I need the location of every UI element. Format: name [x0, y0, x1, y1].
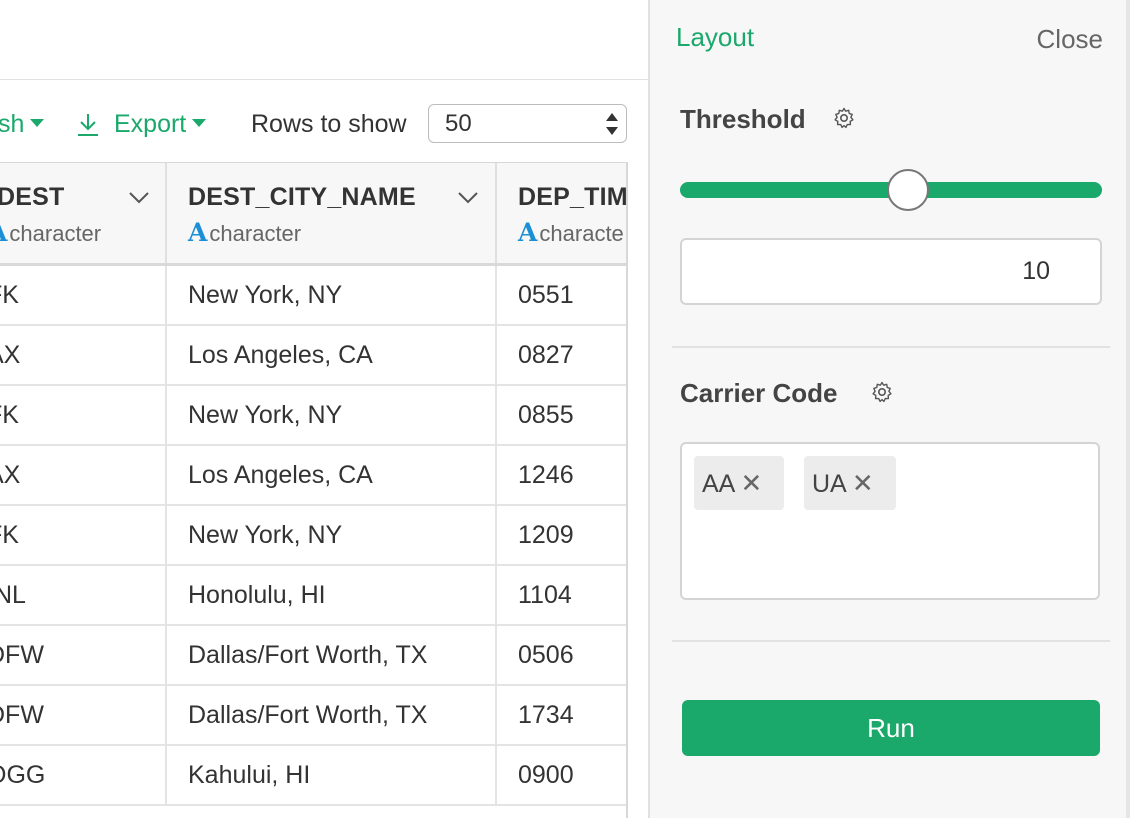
column-type-label: characte — [539, 221, 624, 246]
chevron-down-icon — [192, 119, 207, 128]
table-cell: 1104 — [518, 581, 572, 609]
chevron-down-icon[interactable] — [128, 191, 150, 205]
column-type: Acharacte — [518, 218, 624, 247]
table-cell: New York, NY — [167, 266, 497, 324]
table-cell: DFW — [0, 686, 167, 744]
table-cell: 0900 — [518, 761, 574, 789]
table-cell: Dallas/Fort Worth, TX — [167, 686, 497, 744]
rows-to-show-select[interactable]: 50 — [428, 104, 627, 143]
character-type-icon: A — [0, 218, 7, 247]
layout-panel: Layout Close Threshold 10 Carrier Code A… — [648, 0, 1130, 818]
download-icon — [78, 114, 98, 136]
scrollbar[interactable] — [1126, 0, 1130, 818]
column-header-dep-time[interactable]: DEP_TIM Acharacte — [497, 163, 628, 263]
table-cell: OGG — [0, 746, 167, 804]
table-cell: INL — [0, 566, 167, 624]
table-cell: AX — [0, 326, 167, 384]
table-cell: DFW — [0, 626, 167, 684]
column-header-dest-city-name[interactable]: DEST_CITY_NAME Acharacter — [167, 163, 497, 263]
threshold-input[interactable]: 10 — [680, 238, 1102, 305]
tag-label: AA — [702, 470, 736, 498]
table-row: FKNew York, NY 1209 — [0, 506, 626, 566]
table-header: DEST Acharacter DEST_CITY_NAME Acharacte… — [0, 163, 628, 266]
table-cell: 0855 — [518, 401, 574, 429]
carrier-code-label: Carrier Code — [680, 378, 838, 408]
table-cell: 1734 — [518, 701, 574, 729]
chevron-down-icon[interactable] — [457, 191, 479, 205]
select-arrows-icon — [606, 113, 618, 135]
table-row: DFWDallas/Fort Worth, TX 0506 — [0, 626, 626, 686]
rows-to-show-value: 50 — [445, 110, 472, 137]
table-row: FKNew York, NY 0855 — [0, 386, 626, 446]
table-row: DFWDallas/Fort Worth, TX 1734 — [0, 686, 626, 746]
chevron-down-icon — [30, 119, 45, 128]
close-button[interactable]: Close — [1037, 24, 1103, 55]
table-cell: Dallas/Fort Worth, TX — [167, 626, 497, 684]
data-view: sh Export Rows to show 50 DEST Acharacte… — [0, 0, 650, 818]
table-cell: 0551 — [518, 281, 574, 309]
column-type-label: character — [9, 221, 102, 246]
carrier-code-select[interactable]: AA ✕ UA ✕ — [680, 442, 1100, 600]
table-cell: Los Angeles, CA — [167, 326, 497, 384]
table-cell: Los Angeles, CA — [167, 446, 497, 504]
table-row: FKNew York, NY 0551 — [0, 266, 626, 326]
character-type-icon: A — [518, 218, 538, 247]
publish-menu[interactable]: sh — [0, 104, 45, 144]
column-type-label: character — [209, 221, 302, 246]
table-row: INLHonolulu, HI 1104 — [0, 566, 626, 626]
rows-to-show-label: Rows to show — [251, 110, 407, 138]
close-icon[interactable]: ✕ — [851, 456, 875, 510]
threshold-label: Threshold — [680, 104, 806, 134]
tag-label: UA — [812, 470, 847, 498]
data-table: DEST Acharacter DEST_CITY_NAME Acharacte… — [0, 162, 628, 818]
close-icon[interactable]: ✕ — [739, 456, 763, 510]
table-cell: AX — [0, 446, 167, 504]
carrier-tag-aa: AA ✕ — [694, 456, 784, 510]
section-divider — [672, 640, 1110, 642]
panel-title: Layout — [676, 22, 755, 52]
gear-icon[interactable] — [870, 380, 894, 404]
threshold-slider-handle[interactable] — [886, 169, 929, 211]
carrier-tag-ua: UA ✕ — [804, 456, 896, 510]
publish-label: sh — [0, 110, 25, 138]
table-cell: New York, NY — [167, 386, 497, 444]
table-cell: 1246 — [518, 461, 574, 489]
table-cell: 0827 — [518, 341, 574, 369]
table-cell: Honolulu, HI — [167, 566, 497, 624]
table-cell: FK — [0, 386, 167, 444]
run-button[interactable]: Run — [682, 700, 1100, 756]
column-type: Acharacter — [0, 218, 101, 247]
table-cell: Kahului, HI — [167, 746, 497, 804]
export-label: Export — [114, 110, 187, 138]
column-header-dest[interactable]: DEST Acharacter — [0, 163, 167, 263]
table-cell: 0506 — [518, 641, 574, 669]
table-cell: FK — [0, 506, 167, 564]
column-name: DEST — [0, 183, 65, 211]
column-type: Acharacter — [188, 218, 301, 247]
table-cell: FK — [0, 266, 167, 324]
gear-icon[interactable] — [832, 106, 856, 130]
column-name: DEST_CITY_NAME — [188, 183, 416, 211]
top-bar — [0, 0, 650, 80]
character-type-icon: A — [188, 218, 208, 247]
column-name: DEP_TIM — [518, 183, 628, 211]
table-row: AXLos Angeles, CA 0827 — [0, 326, 626, 386]
table-row: AXLos Angeles, CA 1246 — [0, 446, 626, 506]
table-cell: New York, NY — [167, 506, 497, 564]
table-row: OGGKahului, HI 0900 — [0, 746, 626, 806]
export-menu[interactable]: Export — [76, 104, 207, 144]
table-cell: 1209 — [518, 521, 574, 549]
section-divider — [672, 346, 1110, 348]
